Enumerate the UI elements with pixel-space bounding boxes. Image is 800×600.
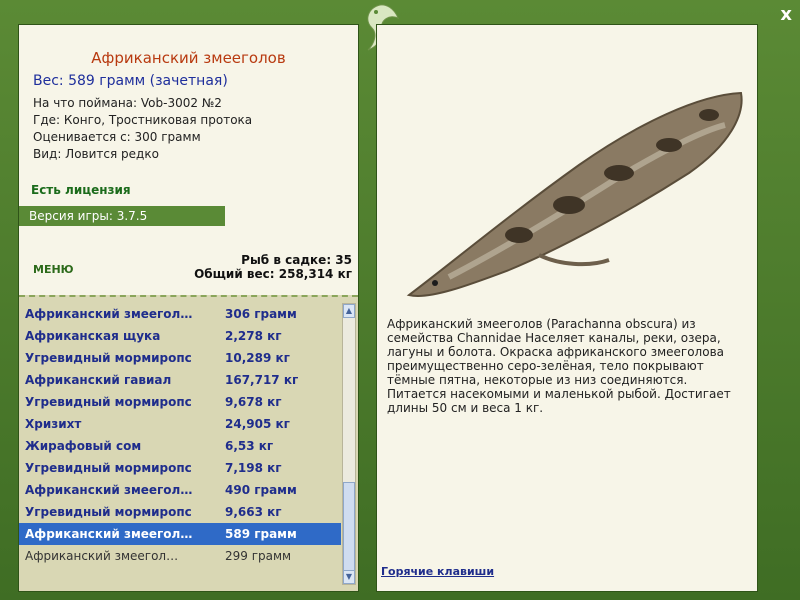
list-item[interactable]: Африканский гавиал 167,717 кг — [19, 369, 341, 391]
cage-count: Рыб в садке: 35 — [241, 253, 352, 267]
list-item[interactable]: Угревидный мормиропс 7,198 кг — [19, 457, 341, 479]
game-version: Версия игры: 3.7.5 — [19, 206, 225, 226]
hotkeys-link[interactable]: Горячие клавиши — [381, 565, 494, 578]
list-item[interactable]: Африканский змеегол… 490 грамм — [19, 479, 341, 501]
list-scrollbar[interactable]: ▲ ▼ — [342, 303, 356, 585]
fish-info-panel: Африканский змееголов Вес: 589 грамм (за… — [18, 24, 359, 592]
list-item[interactable]: Угревидный мормиропс 9,663 кг — [19, 501, 341, 523]
fish-description-panel: Африканский змееголов (Parachanna obscur… — [376, 24, 758, 592]
list-item[interactable]: Угревидный мормиропс 10,289 кг — [19, 347, 341, 369]
license-status: Есть лицензия — [31, 183, 131, 197]
fish-description: Африканский змееголов (Parachanna obscur… — [387, 317, 731, 415]
list-item[interactable]: Угревидный мормиропс 9,678 кг — [19, 391, 341, 413]
cage-total-weight: Общий вес: 258,314 кг — [194, 267, 352, 281]
fish-rated: Оценивается с: 300 грамм — [33, 130, 201, 144]
fish-bait: На что поймана: Vob-3002 №2 — [33, 96, 222, 110]
snakehead-fish-image — [406, 91, 743, 297]
fish-title: Африканский змееголов — [91, 49, 286, 67]
list-item[interactable]: Хризихт 24,905 кг — [19, 413, 341, 435]
list-item[interactable]: Африканский змеегол… 306 грамм — [19, 303, 341, 325]
catch-list-area: Африканский змеегол… 306 грамм Африканска… — [19, 295, 358, 591]
scroll-thumb[interactable] — [343, 482, 355, 572]
list-item[interactable]: Африканский змеегол… 299 грамм — [19, 545, 341, 567]
catch-list: Африканский змеегол… 306 грамм Африканска… — [19, 303, 341, 567]
fish-kind: Вид: Ловится редко — [33, 147, 159, 161]
scroll-down-arrow-icon[interactable]: ▼ — [343, 570, 355, 584]
fish-place: Где: Конго, Тростниковая протока — [33, 113, 253, 127]
scroll-up-arrow-icon[interactable]: ▲ — [343, 304, 355, 318]
cage-summary: Рыб в садке: 35 Общий вес: 258,314 кг — [194, 253, 352, 281]
list-item[interactable]: Африканская щука 2,278 кг — [19, 325, 341, 347]
close-button[interactable]: x — [780, 4, 792, 25]
fish-weight: Вес: 589 грамм (зачетная) — [33, 73, 228, 89]
menu-button[interactable]: МЕНЮ — [33, 263, 74, 276]
list-item-selected[interactable]: Африканский змеегол… 589 грамм — [19, 523, 341, 545]
list-item[interactable]: Жирафовый сом 6,53 кг — [19, 435, 341, 457]
